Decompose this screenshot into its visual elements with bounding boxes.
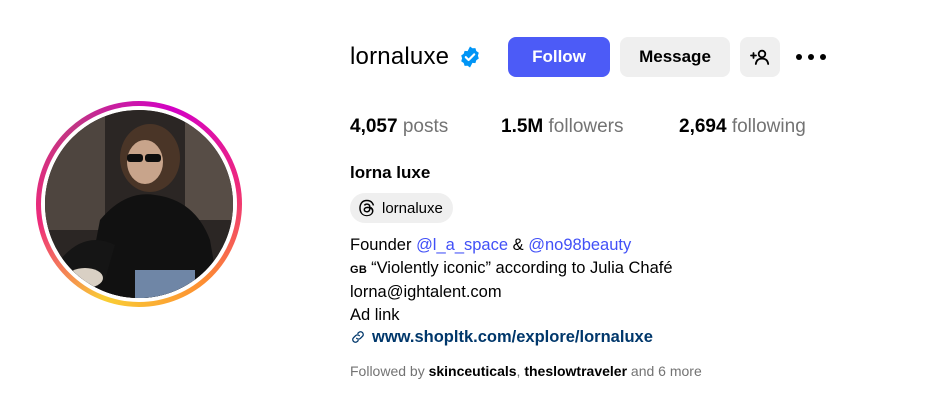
message-button[interactable]: Message bbox=[620, 37, 730, 77]
suggested-users-button[interactable] bbox=[740, 37, 780, 77]
bio-quote-text: “Violently iconic” according to Julia Ch… bbox=[371, 258, 673, 277]
profile-header: lornaluxe bbox=[350, 37, 482, 77]
threads-handle: lornaluxe bbox=[382, 199, 443, 217]
stat-posts: 4,057 posts bbox=[350, 116, 448, 138]
verified-badge-icon bbox=[458, 45, 482, 69]
gb-flag-text: GB bbox=[350, 263, 368, 276]
mention-link-1[interactable]: @l_a_space bbox=[416, 236, 508, 254]
full-name: lorna luxe bbox=[350, 163, 431, 182]
followed-by-user-2[interactable]: theslowtraveler bbox=[524, 363, 627, 379]
threads-badge[interactable]: lornaluxe bbox=[350, 193, 453, 223]
stat-followers[interactable]: 1.5M followers bbox=[501, 116, 624, 138]
dot bbox=[808, 54, 814, 60]
bio-line-1: Founder @l_a_space & @no98beauty bbox=[350, 234, 673, 257]
profile-photo-illustration bbox=[45, 110, 233, 298]
followed-by-user-1[interactable]: skinceuticals bbox=[429, 363, 517, 379]
bio-email: lorna@ightalent.com bbox=[350, 283, 502, 301]
bio-ad-link-text: Ad link bbox=[350, 305, 400, 324]
bio-line-2: GB “Violently iconic” according to Julia … bbox=[350, 257, 673, 282]
avatar-gap bbox=[41, 106, 237, 302]
posts-count: 4,057 bbox=[350, 116, 398, 137]
person-add-icon bbox=[750, 49, 770, 65]
threads-icon bbox=[359, 199, 375, 217]
followed-by-suffix: and 6 more bbox=[630, 363, 702, 379]
posts-label: posts bbox=[402, 116, 449, 137]
followed-by-prefix: Followed by bbox=[350, 363, 425, 379]
dot bbox=[796, 54, 802, 60]
dot bbox=[820, 54, 826, 60]
mention-link-2[interactable]: @no98beauty bbox=[528, 236, 631, 254]
link-icon bbox=[352, 331, 364, 344]
bio-founder-text: Founder bbox=[350, 236, 412, 254]
more-options-icon[interactable] bbox=[796, 46, 826, 68]
bio: Founder @l_a_space & @no98beauty GB “Viol… bbox=[350, 234, 673, 349]
avatar-story-ring[interactable] bbox=[36, 101, 242, 307]
followed-by-separator: , bbox=[516, 363, 521, 379]
following-label: following bbox=[731, 116, 806, 137]
external-link[interactable]: www.shopltk.com/explore/lornaluxe bbox=[372, 326, 653, 349]
stat-following[interactable]: 2,694 following bbox=[679, 116, 806, 138]
followers-label: followers bbox=[548, 116, 624, 137]
bio-external-link-row: www.shopltk.com/explore/lornaluxe bbox=[350, 326, 673, 349]
followed-by[interactable]: Followed by skinceuticals, theslowtravel… bbox=[350, 363, 702, 379]
username: lornaluxe bbox=[350, 43, 450, 70]
following-count: 2,694 bbox=[679, 116, 727, 137]
avatar[interactable] bbox=[45, 110, 233, 298]
follow-button[interactable]: Follow bbox=[508, 37, 610, 77]
bio-ampersand: & bbox=[512, 236, 524, 254]
followers-count: 1.5M bbox=[501, 116, 544, 137]
